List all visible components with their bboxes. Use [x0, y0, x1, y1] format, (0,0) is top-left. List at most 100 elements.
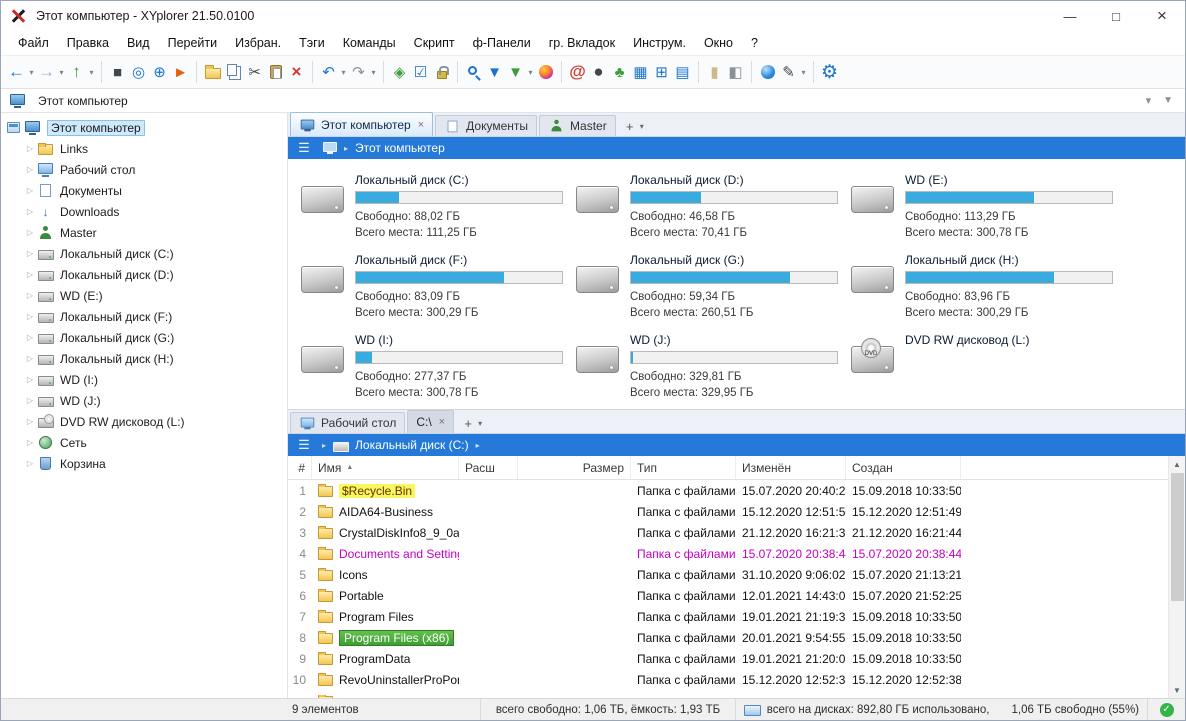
goto-icon[interactable]: ◈: [389, 59, 410, 85]
back-icon[interactable]: ←: [6, 59, 27, 85]
split-panes-icon[interactable]: ▤: [672, 59, 693, 85]
redo-icon[interactable]: ↷: [348, 59, 369, 85]
tree-item-drive-g[interactable]: ▷Локальный диск (G:): [1, 327, 287, 348]
column-header-number[interactable]: #: [288, 456, 312, 479]
drive-item-j[interactable]: WD (J:) Свободно: 329,81 ГБ Всего места:…: [576, 331, 851, 409]
tags-icon[interactable]: @: [567, 59, 588, 85]
label-icon[interactable]: ◧: [725, 59, 746, 85]
preview-pane-icon[interactable]: ▮: [704, 59, 725, 85]
file-row-partial[interactable]: [288, 690, 1168, 698]
customize-icon[interactable]: ✎: [778, 59, 799, 85]
file-row-documents-and-settings[interactable]: 4 Documents and Settings Папка с файлами…: [288, 543, 1168, 564]
column-header-name[interactable]: Имя▲: [312, 456, 459, 479]
customize-dropdown-icon[interactable]: ▾: [799, 59, 808, 85]
column-header-type[interactable]: Тип: [631, 456, 736, 479]
report-view-icon[interactable]: ⊞: [651, 59, 672, 85]
tree-item-links[interactable]: ▷Links: [1, 138, 287, 159]
expander-icon[interactable]: ▷: [23, 459, 37, 468]
file-row-programdata[interactable]: 9 ProgramData Папка с файлами 19.01.2021…: [288, 648, 1168, 669]
color-ball-icon[interactable]: [535, 59, 556, 85]
expander-icon[interactable]: ▷: [23, 291, 37, 300]
tile-view-icon[interactable]: ▦: [630, 59, 651, 85]
tab-close-icon[interactable]: ×: [439, 416, 445, 428]
delete-icon[interactable]: ×: [286, 59, 307, 85]
tree-item-drive-i[interactable]: ▷WD (I:): [1, 369, 287, 390]
run-icon[interactable]: ►: [170, 59, 191, 85]
file-row-recycle-bin[interactable]: 1 $Recycle.Bin Папка с файлами 15.07.202…: [288, 480, 1168, 501]
new-folder-icon[interactable]: [202, 59, 223, 85]
expander-icon[interactable]: ▷: [23, 375, 37, 384]
expander-icon[interactable]: ▷: [23, 333, 37, 342]
tree-item-desktop[interactable]: ▷Рабочий стол: [1, 159, 287, 180]
column-header-size[interactable]: Размер: [518, 456, 631, 479]
breadcrumb-segment[interactable]: Локальный диск (C:): [355, 438, 469, 452]
drive-item-dvd-l[interactable]: DVD DVD RW дисковод (L:): [851, 331, 1185, 409]
locate-icon[interactable]: ⊕: [149, 59, 170, 85]
undo-dropdown-icon[interactable]: ▾: [339, 59, 348, 85]
filter-icon[interactable]: ▼: [484, 59, 505, 85]
drive-item-f[interactable]: Локальный диск (F:) Свободно: 83,09 ГБ В…: [301, 251, 576, 331]
tree-item-drive-e[interactable]: ▷WD (E:): [1, 285, 287, 306]
expander-icon[interactable]: ▷: [23, 144, 37, 153]
expander-icon[interactable]: ▷: [23, 438, 37, 447]
settings-gear-icon[interactable]: ⚙: [819, 59, 840, 85]
expander-icon[interactable]: ▷: [23, 228, 37, 237]
copy-icon[interactable]: [223, 59, 244, 85]
spot-color-icon[interactable]: ●: [588, 59, 609, 85]
column-header-created[interactable]: Создан: [846, 456, 961, 479]
address-dropdown-icon[interactable]: ▾: [1146, 94, 1152, 107]
menu-tags[interactable]: Тэги: [290, 33, 334, 53]
sphere-icon[interactable]: [757, 59, 778, 85]
minimize-button[interactable]: —: [1047, 1, 1093, 31]
tree-item-drive-j[interactable]: ▷WD (J:): [1, 390, 287, 411]
tree-item-network[interactable]: ▷Сеть: [1, 432, 287, 453]
menu-favorites[interactable]: Избран.: [226, 33, 290, 53]
menu-tabsets[interactable]: гр. Вкладок: [540, 33, 624, 53]
new-tab-button[interactable]: +: [621, 119, 639, 134]
file-row-revouninstaller[interactable]: 10 RevoUninstallerProPortable Папка с фа…: [288, 669, 1168, 690]
drive-item-d[interactable]: Локальный диск (D:) Свободно: 46,58 ГБ В…: [576, 171, 851, 251]
expander-icon[interactable]: ▷: [23, 417, 37, 426]
tab-master[interactable]: Master: [539, 115, 616, 136]
address-bar[interactable]: Этот компьютер ▾ ▼: [1, 89, 1185, 113]
scroll-down-icon[interactable]: ▼: [1169, 682, 1186, 698]
menu-tools[interactable]: Инструм.: [624, 33, 695, 53]
column-header-modified[interactable]: Изменён: [736, 456, 846, 479]
close-button[interactable]: ×: [1139, 1, 1185, 31]
tree-item-drive-f[interactable]: ▷Локальный диск (F:): [1, 306, 287, 327]
tab-drive-c[interactable]: C:\ ×: [407, 410, 454, 433]
tree-item-dvd-l[interactable]: ▷DVD RW дисковод (L:): [1, 411, 287, 432]
color-filter-dropdown-icon[interactable]: ▾: [526, 59, 535, 85]
drive-item-c[interactable]: Локальный диск (C:) Свободно: 88,02 ГБ В…: [301, 171, 576, 251]
menu-file[interactable]: Файл: [9, 33, 58, 53]
expander-icon[interactable]: ▷: [23, 165, 37, 174]
file-row-program-files[interactable]: 7 Program Files Папка с файлами 19.01.20…: [288, 606, 1168, 627]
maximize-button[interactable]: □: [1093, 1, 1139, 31]
menu-panels[interactable]: ф-Панели: [464, 33, 540, 53]
tab-this-computer[interactable]: Этот компьютер ×: [290, 112, 433, 136]
menu-go[interactable]: Перейти: [159, 33, 227, 53]
expander-icon[interactable]: ▷: [23, 186, 37, 195]
up-icon[interactable]: ↑: [66, 59, 87, 85]
color-filter-icon[interactable]: ▼: [505, 59, 526, 85]
expander-icon[interactable]: ▷: [23, 312, 37, 321]
tab-desktop[interactable]: Рабочий стол: [290, 412, 405, 433]
undo-icon[interactable]: ↶: [318, 59, 339, 85]
expander-icon[interactable]: ▷: [23, 270, 37, 279]
menu-edit[interactable]: Правка: [58, 33, 118, 53]
file-row-portable[interactable]: 6 Portable Папка с файлами 12.01.2021 14…: [288, 585, 1168, 606]
lock-icon[interactable]: [431, 59, 452, 85]
file-row-crystaldiskinfo[interactable]: 3 CrystalDiskInfo8_9_0a Папка с файлами …: [288, 522, 1168, 543]
menu-help[interactable]: ?: [742, 33, 767, 53]
file-row-aida64[interactable]: 2 AIDA64-Business Папка с файлами 15.12.…: [288, 501, 1168, 522]
expander-icon[interactable]: ▷: [23, 249, 37, 258]
tree-item-downloads[interactable]: ▷Downloads: [1, 201, 287, 222]
forward-dropdown-icon[interactable]: ▾: [57, 59, 66, 85]
menu-script[interactable]: Скрипт: [405, 33, 464, 53]
menu-view[interactable]: Вид: [118, 33, 159, 53]
redo-dropdown-icon[interactable]: ▾: [369, 59, 378, 85]
hamburger-menu-icon[interactable]: ☰: [293, 437, 315, 453]
tree-item-drive-c[interactable]: ▷Локальный диск (C:): [1, 243, 287, 264]
expander-icon[interactable]: ▷: [23, 396, 37, 405]
scroll-up-icon[interactable]: ▲: [1169, 456, 1186, 472]
